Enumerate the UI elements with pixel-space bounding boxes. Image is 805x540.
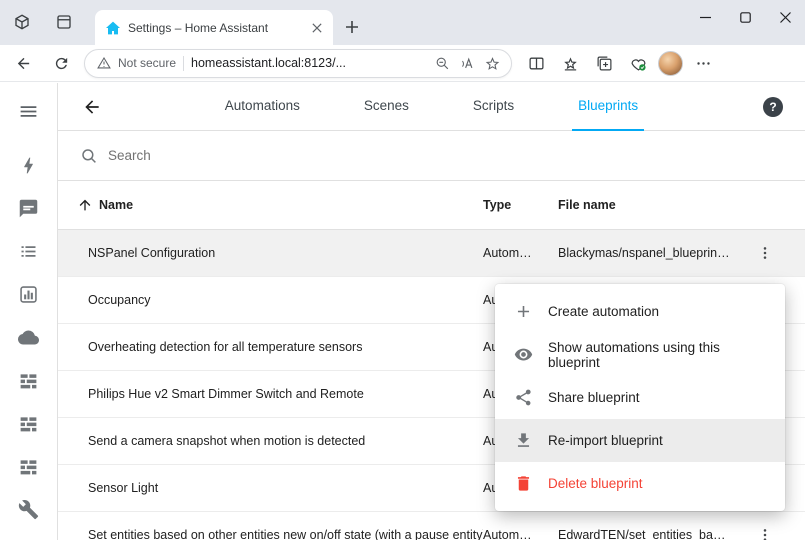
menu-item-label: Show automations using this blueprint xyxy=(548,340,769,370)
section-tabs: Automations Scenes Scripts Blueprints xyxy=(219,83,644,131)
window-controls xyxy=(685,0,805,34)
tab-blueprints-label: Blueprints xyxy=(578,98,638,113)
browser-tab[interactable]: Settings – Home Assistant xyxy=(95,10,333,45)
toolbar-right xyxy=(522,49,717,77)
delete-icon xyxy=(513,474,533,494)
browser-titlebar: Settings – Home Assistant xyxy=(0,0,805,45)
menu-item-label: Re-import blueprint xyxy=(548,433,663,448)
browser-essentials-icon[interactable] xyxy=(624,49,652,77)
search-input[interactable] xyxy=(108,148,805,163)
back-icon[interactable] xyxy=(8,48,38,78)
home-assistant-favicon xyxy=(105,20,121,36)
dashboard-bricks-icon[interactable] xyxy=(9,360,49,400)
row-name: Philips Hue v2 Smart Dimmer Switch and R… xyxy=(58,387,483,401)
row-name: Sensor Light xyxy=(58,481,483,495)
menu-item-delete-blueprint[interactable]: Delete blueprint xyxy=(495,462,785,505)
tab-automations[interactable]: Automations xyxy=(219,83,306,131)
todo-list-icon[interactable] xyxy=(9,231,49,271)
profile-avatar[interactable] xyxy=(658,51,683,76)
tab-title: Settings – Home Assistant xyxy=(128,21,302,35)
menu-item-label: Share blueprint xyxy=(548,390,640,405)
tab-close-icon[interactable] xyxy=(309,20,325,36)
plus-icon xyxy=(513,302,533,322)
ha-sidebar xyxy=(0,83,58,540)
tab-blueprints[interactable]: Blueprints xyxy=(572,83,644,131)
url-text[interactable]: homeassistant.local:8123/... xyxy=(191,56,426,70)
blueprint-context-menu: Create automation Show automations using… xyxy=(495,284,785,511)
energy-icon[interactable] xyxy=(9,145,49,185)
row-name: Send a camera snapshot when motion is de… xyxy=(58,434,483,448)
menu-item-label: Create automation xyxy=(548,304,659,319)
search-row xyxy=(58,131,805,181)
column-file[interactable]: File name xyxy=(558,198,743,212)
table-row[interactable]: NSPanel Configuration Autom… Blackymas/n… xyxy=(58,230,805,277)
column-type[interactable]: Type xyxy=(483,198,558,212)
row-name: NSPanel Configuration xyxy=(58,246,483,260)
menu-item-reimport-blueprint[interactable]: Re-import blueprint xyxy=(495,419,785,462)
download-icon xyxy=(513,431,533,451)
cloud-icon[interactable] xyxy=(9,317,49,357)
menu-item-share-blueprint[interactable]: Share blueprint xyxy=(495,376,785,419)
eye-icon xyxy=(513,345,533,365)
tab-scripts[interactable]: Scripts xyxy=(467,83,520,131)
read-aloud-icon[interactable] xyxy=(458,54,476,72)
logbook-icon[interactable] xyxy=(9,188,49,228)
dashboard-bricks-icon-3[interactable] xyxy=(9,446,49,486)
omnibox-divider xyxy=(183,56,184,71)
not-secure-warning-icon xyxy=(97,56,111,70)
dashboard-bricks-icon-2[interactable] xyxy=(9,403,49,443)
browser-toolbar: Not secure homeassistant.local:8123/... xyxy=(0,45,805,82)
row-overflow-menu-icon[interactable] xyxy=(753,523,777,540)
menu-item-label: Delete blueprint xyxy=(548,476,643,491)
split-screen-icon[interactable] xyxy=(522,49,550,77)
row-name: Occupancy xyxy=(58,293,483,307)
refresh-icon[interactable] xyxy=(46,48,76,78)
new-tab-button[interactable] xyxy=(342,17,362,37)
history-icon[interactable] xyxy=(9,274,49,314)
tab-scenes[interactable]: Scenes xyxy=(358,83,415,131)
tab-scenes-label: Scenes xyxy=(364,98,409,113)
column-name[interactable]: Name xyxy=(58,197,483,213)
menu-icon[interactable] xyxy=(9,91,49,131)
zoom-icon[interactable] xyxy=(433,54,451,72)
column-type-label: Type xyxy=(483,198,511,212)
column-file-label: File name xyxy=(558,198,616,212)
row-type: Autom… xyxy=(483,246,558,260)
maximize-button[interactable] xyxy=(725,0,765,34)
table-row[interactable]: Set entities based on other entities new… xyxy=(58,512,805,540)
security-label[interactable]: Not secure xyxy=(118,56,176,70)
search-icon xyxy=(80,147,98,165)
row-type: Autom… xyxy=(483,528,558,540)
collections-icon[interactable] xyxy=(590,49,618,77)
column-name-label: Name xyxy=(99,198,133,212)
favorites-icon[interactable] xyxy=(556,49,584,77)
tab-actions-icon[interactable] xyxy=(52,10,76,34)
developer-tools-icon[interactable] xyxy=(9,489,49,529)
row-name: Set entities based on other entities new… xyxy=(58,528,483,540)
minimize-button[interactable] xyxy=(685,0,725,34)
app-back-icon[interactable] xyxy=(78,93,106,121)
address-bar[interactable]: Not secure homeassistant.local:8123/... xyxy=(84,49,512,78)
row-overflow-menu-icon[interactable] xyxy=(753,241,777,265)
help-icon[interactable]: ? xyxy=(763,97,783,117)
favorite-star-icon[interactable] xyxy=(483,54,501,72)
tab-scripts-label: Scripts xyxy=(473,98,514,113)
row-file: EdwardTEN/set_entities_ba… xyxy=(558,528,743,540)
tab-automations-label: Automations xyxy=(225,98,300,113)
sort-ascending-icon xyxy=(77,197,93,213)
row-file: Blackymas/nspanel_blueprin… xyxy=(558,246,743,260)
settings-menu-icon[interactable] xyxy=(689,49,717,77)
row-name: Overheating detection for all temperatur… xyxy=(58,340,483,354)
close-window-button[interactable] xyxy=(765,0,805,34)
table-header: Name Type File name xyxy=(58,181,805,230)
browser-window: Settings – Home Assistant xyxy=(0,0,805,540)
settings-automations-header: Automations Scenes Scripts Blueprints ? xyxy=(58,83,805,131)
workspaces-icon[interactable] xyxy=(10,10,34,34)
menu-item-create-automation[interactable]: Create automation xyxy=(495,290,785,333)
menu-item-show-automations[interactable]: Show automations using this blueprint xyxy=(495,333,785,376)
share-icon xyxy=(513,388,533,408)
